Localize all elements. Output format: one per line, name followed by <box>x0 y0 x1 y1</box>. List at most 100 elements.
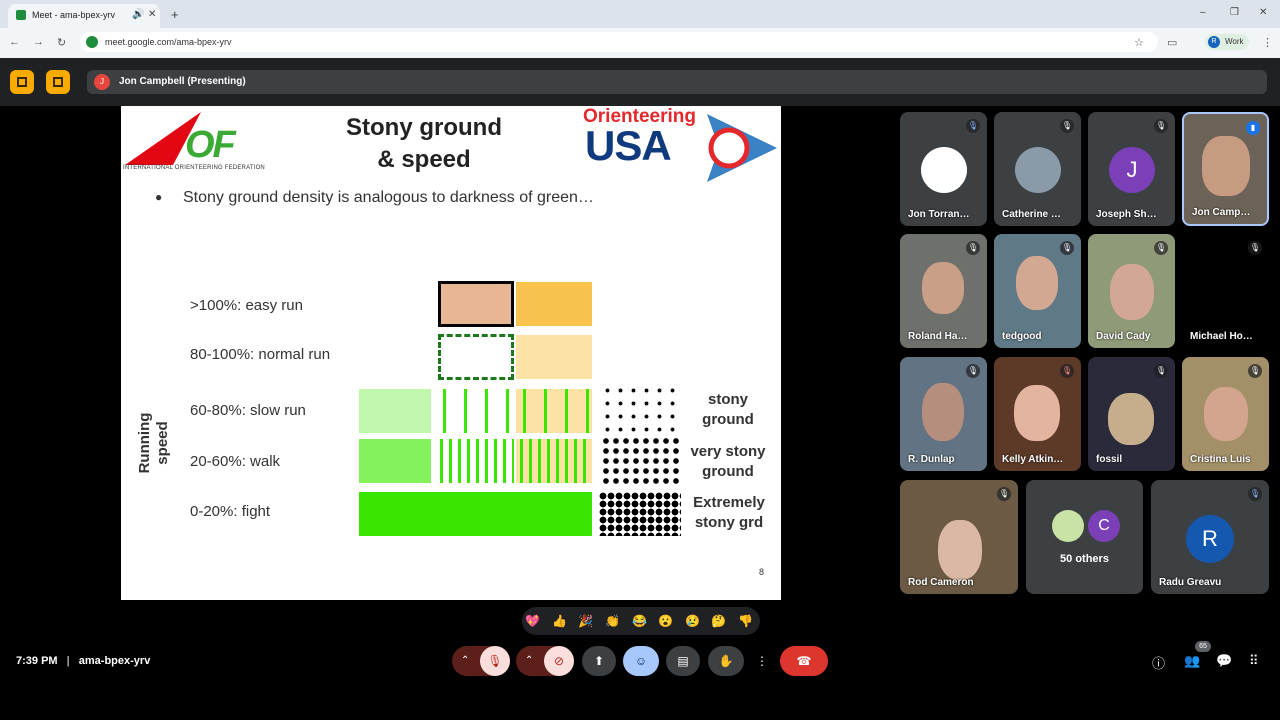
easy-run-rough-open-swatch <box>516 282 592 326</box>
restore-icon[interactable]: ❐ <box>1230 7 1239 18</box>
participant-name: David Cady <box>1096 331 1151 342</box>
avatar <box>1052 510 1084 542</box>
participant-tile[interactable]: 🎙 Rod Cameron <box>900 480 1018 594</box>
reaction-party-icon[interactable]: 🎉 <box>578 614 593 628</box>
presenter-avatar: J <box>94 74 110 90</box>
mic-off-icon[interactable]: 🎙 <box>480 646 510 676</box>
layout-icon <box>53 77 63 87</box>
meeting-info-icon[interactable]: ⓘ <box>1152 653 1165 672</box>
leave-call-button[interactable]: ☎ <box>780 646 828 676</box>
present-icon <box>17 77 27 87</box>
close-tab-icon[interactable]: ✕ <box>148 9 156 20</box>
walk-dense-hatch-swatch <box>436 439 514 483</box>
stony-label-line2: ground <box>702 411 754 428</box>
forward-icon[interactable]: → <box>33 36 44 48</box>
participant-name: Roland Ha… <box>908 331 968 342</box>
video-feed <box>922 262 964 314</box>
participant-name: tedgood <box>1002 331 1042 342</box>
browser-tab[interactable]: Meet - ama-bpex-yrv 🔊 ✕ <box>8 4 160 28</box>
slide-title-line2: & speed <box>377 146 471 173</box>
muted-mic-icon: 🎙 <box>1248 241 1262 255</box>
meeting-code: ama-bpex-yrv <box>78 655 151 667</box>
muted-mic-icon: 🎙 <box>1060 241 1074 255</box>
mic-control-group[interactable]: ⌃ 🎙 <box>452 646 510 676</box>
reaction-thumbs-down-icon[interactable]: 👎 <box>738 614 753 628</box>
reaction-sad-icon[interactable]: 😢 <box>685 614 700 628</box>
usa-logo-main: USA <box>585 122 672 169</box>
walk-yellow-dense-hatch-swatch <box>516 439 592 483</box>
reaction-thumbs-up-icon[interactable]: 👍 <box>552 614 567 628</box>
slow-run-yellow-hatch-swatch <box>516 389 592 433</box>
participant-name: fossil <box>1096 454 1123 465</box>
hang-up-icon: ☎ <box>796 654 812 668</box>
stony-ground-dots <box>601 384 681 434</box>
more-options-button[interactable]: ⋮ <box>752 646 772 676</box>
reaction-thinking-icon[interactable]: 🤔 <box>711 614 726 628</box>
presenter-banner: J Jon Campbell (Presenting) <box>87 70 1267 94</box>
stony-label-line1: very stony <box>690 443 766 460</box>
audio-options-chevron-icon[interactable]: ⌃ <box>461 646 469 676</box>
people-icon[interactable]: 👥 <box>1184 653 1200 669</box>
new-tab-icon[interactable]: + <box>171 7 179 22</box>
participant-name: Michael Ho… <box>1190 331 1253 342</box>
participant-tile[interactable]: 🎙 Jon Torran… <box>900 112 987 226</box>
video-options-chevron-icon[interactable]: ⌃ <box>525 646 533 676</box>
audio-playing-icon: 🔊 <box>132 9 145 20</box>
layout-toggle-button[interactable] <box>46 70 70 94</box>
present-screen-button[interactable]: ⬆ <box>582 646 616 676</box>
participant-tile[interactable]: J 🎙 Joseph Sh… <box>1088 112 1175 226</box>
participant-name: Rod Cameron <box>908 577 974 588</box>
avatar <box>1015 147 1061 193</box>
video-feed <box>938 520 982 580</box>
participant-tile[interactable]: 🎙 Catherine … <box>994 112 1081 226</box>
bookmark-star-icon[interactable]: ☆ <box>1134 36 1144 49</box>
participant-tile[interactable]: 🎙 fossil <box>1088 357 1175 471</box>
participant-tile[interactable]: 🎙 R. Dunlap <box>900 357 987 471</box>
participant-tile[interactable]: 🎙 Kelly Atkin… <box>994 357 1081 471</box>
slow-run-hatch-swatch <box>436 389 514 433</box>
participant-tile[interactable]: 🎙 tedgood <box>994 234 1081 348</box>
back-icon[interactable]: ← <box>9 36 20 48</box>
participant-tile[interactable]: 🎙 Roland Ha… <box>900 234 987 348</box>
avatar: R <box>1186 515 1234 563</box>
reactions-button[interactable]: ☺ <box>623 646 659 676</box>
usa-logo-arrow-icon <box>707 114 777 182</box>
emoji-icon: ☺ <box>634 654 648 668</box>
reload-icon[interactable]: ↻ <box>57 36 66 49</box>
chat-icon[interactable]: 💬 <box>1216 653 1232 669</box>
raise-hand-button[interactable]: ✋ <box>708 646 744 676</box>
participant-tile[interactable]: R 🎙 Radu Greavu <box>1151 480 1269 594</box>
captions-button[interactable]: ▤ <box>666 646 700 676</box>
close-window-icon[interactable]: ✕ <box>1259 7 1267 18</box>
presenter-label: Jon Campbell (Presenting) <box>119 76 246 87</box>
profile-button[interactable]: R Work <box>1205 34 1249 50</box>
muted-mic-icon: 🎙 <box>1248 364 1262 378</box>
muted-mic-icon: 🎙 <box>1060 364 1074 378</box>
others-count: 50 others <box>1060 553 1109 565</box>
cast-icon[interactable]: ▭ <box>1167 36 1177 49</box>
participant-tile[interactable]: 🎙 David Cady <box>1088 234 1175 348</box>
camera-control-group[interactable]: ⌃ ⊘ <box>516 646 574 676</box>
participant-tile[interactable]: 🎙 Michael Ho… <box>1182 234 1269 348</box>
participant-tile[interactable]: 🎙 Cristina Luis <box>1182 357 1269 471</box>
present-screen-icon: ⬆ <box>593 654 605 668</box>
others-tile[interactable]: C 50 others <box>1026 480 1143 594</box>
camera-off-icon[interactable]: ⊘ <box>544 646 574 676</box>
muted-mic-icon: 🎙 <box>997 487 1011 501</box>
normal-run-pale-yellow-swatch <box>516 335 592 379</box>
address-bar[interactable]: meet.google.com/ama-bpex-yrv <box>80 32 1158 52</box>
axis-label: Running speed <box>136 408 172 478</box>
axis-label-line1: Running <box>136 412 153 474</box>
minimize-icon[interactable]: – <box>1200 7 1206 18</box>
reaction-clap-icon[interactable]: 👏 <box>605 614 620 628</box>
reaction-heart-icon[interactable]: 💖 <box>525 614 540 628</box>
reaction-surprised-icon[interactable]: 😮 <box>658 614 673 628</box>
activities-icon[interactable]: ⠿ <box>1249 653 1259 669</box>
muted-mic-icon: 🎙 <box>1060 119 1074 133</box>
video-feed <box>1202 136 1250 196</box>
participant-tile-active-speaker[interactable]: ▮ Jon Camp… <box>1182 112 1269 226</box>
presentation-toggle-button[interactable] <box>10 70 34 94</box>
site-info-icon[interactable] <box>86 36 98 48</box>
browser-menu-icon[interactable]: ⋮ <box>1262 36 1273 49</box>
reaction-laugh-icon[interactable]: 😂 <box>632 614 647 628</box>
